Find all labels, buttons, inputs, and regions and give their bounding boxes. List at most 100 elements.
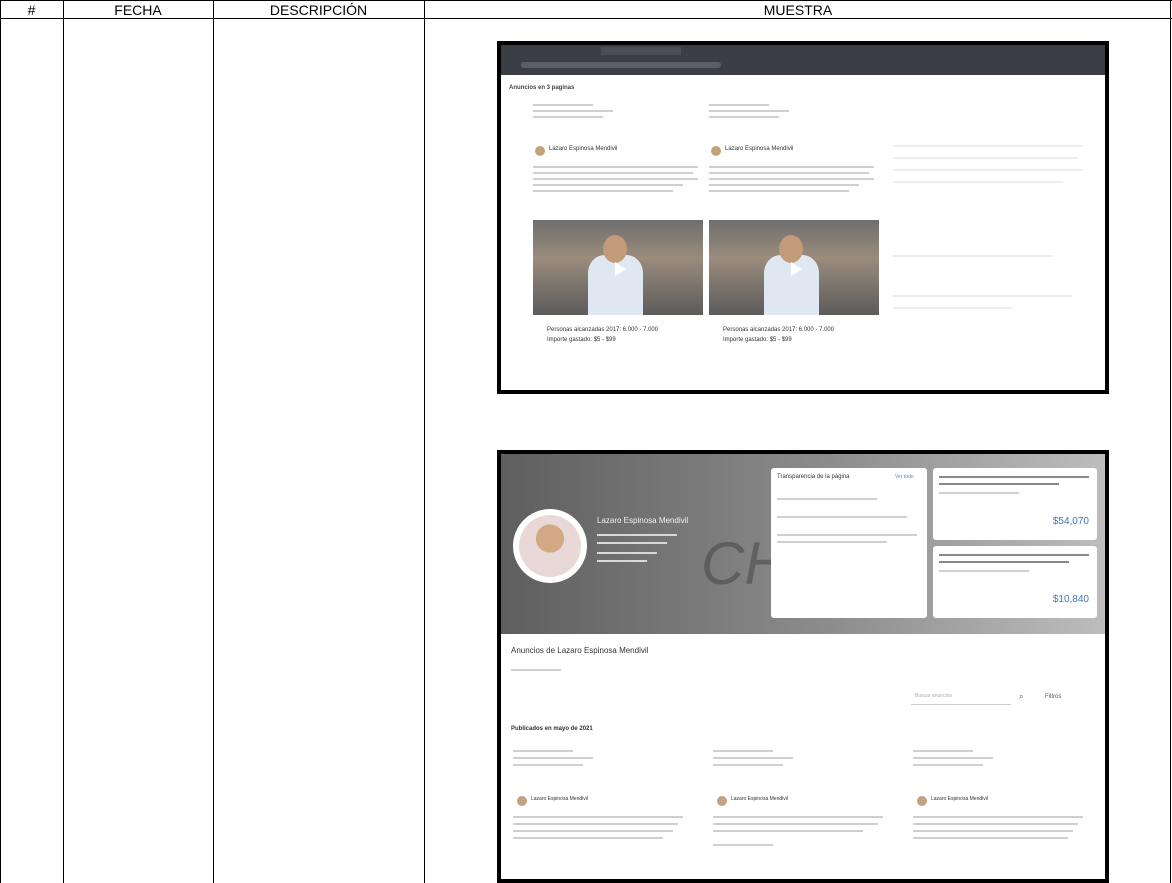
avatar (917, 796, 927, 806)
text-line (939, 554, 1089, 556)
text-line (597, 534, 677, 536)
search-input[interactable]: Buscar anuncios (911, 690, 1011, 705)
ad-card: Lazaro Espinosa Mendivil (911, 744, 1091, 879)
profile-name: Lazaro Espinosa Mendivil (597, 516, 689, 525)
text-line (913, 837, 1068, 839)
text-line (713, 764, 783, 766)
profile-photo (519, 515, 581, 577)
text-line (939, 570, 1029, 572)
avatar (711, 146, 721, 156)
play-icon[interactable] (791, 262, 802, 276)
panel-title: Transparencia de la página (777, 474, 850, 480)
text-line (893, 255, 1053, 257)
text-line (939, 483, 1059, 485)
text-line (513, 837, 663, 839)
text-line (777, 534, 917, 536)
text-line (513, 816, 683, 818)
spend-value: $54,070 (1052, 516, 1089, 527)
ad-card: Lazaro Espinosa Mendivil Personas alcanz… (533, 100, 703, 390)
text-line (913, 764, 983, 766)
ad-card: Lazaro Espinosa Mendivil (511, 744, 691, 879)
text-line (713, 830, 863, 832)
filter-button[interactable]: Filtros (1045, 694, 1061, 700)
text-line (709, 110, 789, 112)
text-line (597, 560, 647, 562)
text-line (913, 750, 973, 752)
browser-toolbar (501, 45, 1105, 75)
search-placeholder: Buscar anuncios (915, 693, 952, 699)
text-line (913, 757, 993, 759)
play-icon[interactable] (615, 262, 626, 276)
ad-author: Lazaro Espinosa Mendivil (731, 796, 788, 802)
address-bar (521, 62, 721, 68)
text-line (713, 816, 883, 818)
text-line (777, 498, 877, 500)
text-line (533, 172, 693, 174)
text-line (893, 307, 1013, 309)
person-head (779, 235, 803, 263)
text-line (913, 816, 1083, 818)
header-muestra: MUESTRA (763, 2, 833, 18)
text-line (777, 516, 907, 518)
text-line (709, 116, 779, 118)
sample-screenshot-ad-library: Anuncios en 3 paginas Lazaro Espinosa Me… (497, 41, 1109, 394)
text-line (713, 844, 773, 846)
spend-stat: Importe gastado: $5 - $99 (723, 337, 792, 343)
ad-card: Lazaro Espinosa Mendivil Personas alcanz… (709, 100, 879, 390)
text-line (713, 750, 773, 752)
ad-author: Lazaro Espinosa Mendivil (931, 796, 988, 802)
spend-stat: Importe gastado: $5 - $99 (547, 337, 616, 343)
published-heading: Publicados en mayo de 2021 (511, 726, 593, 732)
text-line (913, 830, 1073, 832)
search-icon[interactable]: ⌕ (1019, 692, 1023, 702)
transparency-panel: Transparencia de la página Ver todo (771, 468, 927, 618)
header-number: # (27, 2, 36, 18)
text-line (513, 750, 573, 752)
text-line (777, 541, 887, 543)
spend-box: $10,840 (933, 546, 1097, 618)
header-fecha: FECHA (114, 2, 162, 18)
header-descripcion: DESCRIPCIÓN (269, 2, 368, 18)
reach-stat: Personas alcanzadas 2017: 6.000 - 7.000 (723, 327, 835, 333)
column-divider (63, 0, 64, 883)
text-line (533, 190, 673, 192)
video-thumbnail[interactable] (533, 220, 703, 315)
text-line (533, 166, 698, 168)
text-line (533, 110, 613, 112)
profile-photo-frame (513, 509, 587, 583)
text-line (597, 542, 667, 544)
background-page-text (893, 105, 1093, 365)
text-line (597, 552, 657, 554)
sample-screenshot-page-transparency: CH Lazaro Espinosa Mendivil Transparenci… (497, 450, 1109, 883)
text-line (709, 104, 769, 106)
column-divider (424, 0, 425, 883)
text-line (939, 492, 1019, 494)
text-line (893, 181, 1063, 183)
ads-title: Anuncios de Lazaro Espinosa Mendivil (511, 646, 649, 655)
avatar (517, 796, 527, 806)
text-line (533, 104, 593, 106)
text-line (939, 561, 1069, 563)
text-line (713, 823, 878, 825)
text-line (893, 169, 1083, 171)
text-line (939, 476, 1089, 478)
text-line (709, 166, 874, 168)
spend-value: $10,840 (1052, 594, 1089, 605)
person-head (603, 235, 627, 263)
text-line (533, 184, 683, 186)
panel-link[interactable]: Ver todo (895, 474, 914, 480)
spend-box: $54,070 (933, 468, 1097, 540)
video-thumbnail[interactable] (709, 220, 879, 315)
text-line (709, 178, 874, 180)
text-line (533, 116, 603, 118)
text-line (893, 157, 1078, 159)
column-divider (213, 0, 214, 883)
ad-author: Lazaro Espinosa Mendivil (549, 146, 618, 152)
text-line (513, 823, 678, 825)
column-divider (0, 0, 1, 883)
browser-tab (601, 47, 681, 55)
text-line (533, 178, 698, 180)
reach-stat: Personas alcanzadas 2017: 6.000 - 7.000 (547, 327, 659, 333)
avatar (535, 146, 545, 156)
ad-card: Lazaro Espinosa Mendivil (711, 744, 891, 879)
